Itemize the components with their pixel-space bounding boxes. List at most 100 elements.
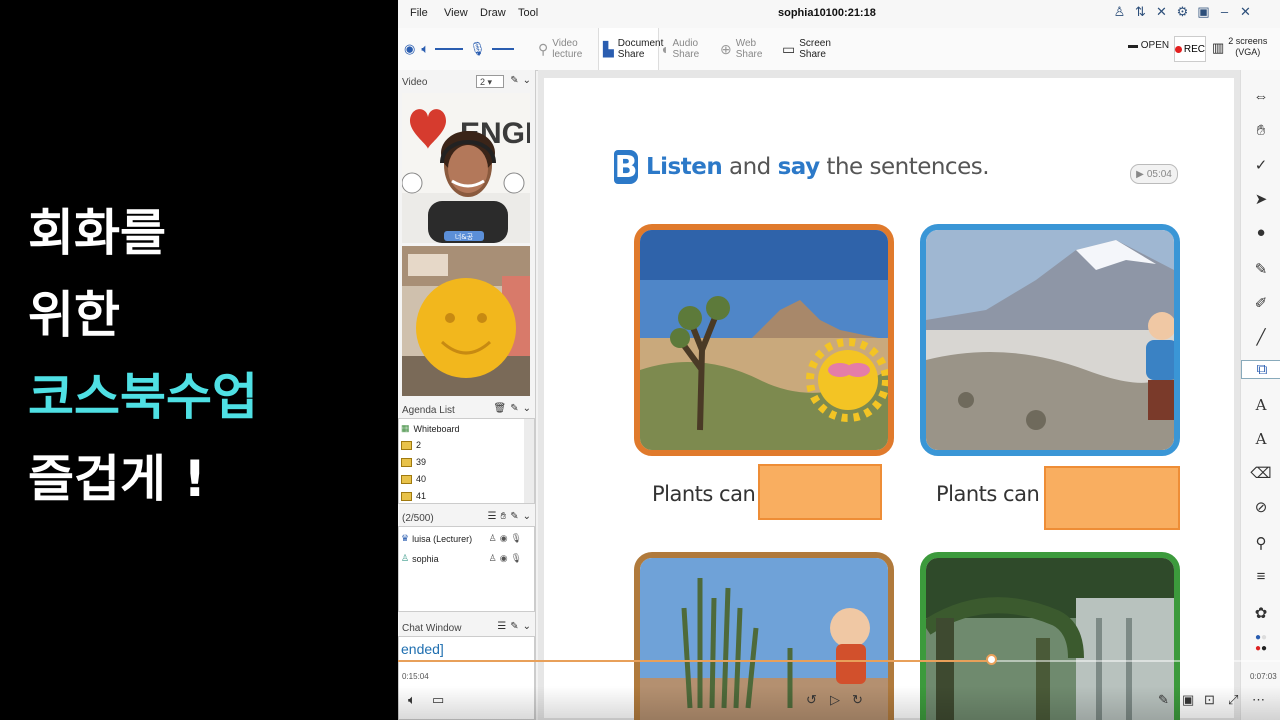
camera-icon[interactable]: ◉ bbox=[404, 41, 415, 57]
list-view-icon[interactable]: ☰ bbox=[497, 621, 506, 632]
agenda-item-whiteboard[interactable]: ▦ Whiteboard bbox=[401, 423, 460, 434]
playback-scrubber[interactable] bbox=[985, 654, 997, 665]
participant-name: luisa (Lecturer) bbox=[412, 533, 473, 544]
section-badge: B bbox=[614, 149, 638, 185]
caption-line-3-highlight: 코스북수업 bbox=[28, 368, 258, 426]
participant-row[interactable]: ♛ luisa (Lecturer) ♙◉🎙︎ bbox=[401, 533, 531, 544]
agenda-item-label: 39 bbox=[416, 457, 427, 467]
play-icon[interactable]: ▷ bbox=[830, 692, 840, 708]
web-share-button[interactable]: ⊕ Web Share bbox=[720, 28, 780, 70]
audio-share-button[interactable]: ◖ Audio Share bbox=[660, 28, 720, 70]
document-icon: ▙ bbox=[603, 40, 614, 57]
chevron-down-icon[interactable]: ⌄ bbox=[523, 621, 531, 632]
pin-icon[interactable]: ✎ bbox=[510, 511, 518, 522]
user-icon[interactable]: ♙ bbox=[1113, 4, 1126, 20]
eraser-tool-icon[interactable]: ⌫ bbox=[1241, 464, 1280, 482]
speaker-volume-slider[interactable] bbox=[435, 48, 464, 50]
participants-count: (2/500) bbox=[402, 513, 434, 524]
annotate-icon[interactable]: ✎ bbox=[1158, 692, 1169, 708]
tools-icon[interactable]: ✕ bbox=[1155, 4, 1168, 20]
lecturer-video: ENGLIS 너&공 bbox=[402, 93, 530, 243]
more-options-icon[interactable]: ⋯ bbox=[1252, 692, 1265, 708]
virtual-classroom-window: File View Draw Tool sophia10100:21:18 ♙ … bbox=[398, 0, 1280, 720]
caption-line-1: 회화를 bbox=[28, 204, 166, 262]
menu-file[interactable]: File bbox=[410, 7, 428, 19]
text-box-tool-icon[interactable]: A bbox=[1241, 430, 1280, 448]
chevron-down-icon[interactable]: ⌄ bbox=[523, 403, 531, 414]
trash-icon[interactable]: 🗑︎ bbox=[494, 403, 507, 414]
volume-icon[interactable]: 🔈︎ bbox=[408, 692, 416, 708]
screen-share-button[interactable]: ▭ Screen Share bbox=[782, 28, 835, 70]
microphone-icon[interactable]: 🎙︎ bbox=[469, 41, 486, 57]
caption-line-2: 위한 bbox=[28, 286, 120, 344]
list-view-icon[interactable]: ☰ bbox=[488, 511, 497, 522]
marker-tool-icon[interactable]: ✐ bbox=[1241, 294, 1280, 312]
answer-cover-1[interactable] bbox=[758, 464, 882, 520]
pin-icon[interactable]: ✎ bbox=[510, 75, 518, 86]
mic-volume-slider[interactable] bbox=[491, 48, 514, 50]
record-button[interactable]: REC bbox=[1174, 36, 1206, 62]
minimize-icon[interactable]: – bbox=[1218, 4, 1231, 20]
menu-draw[interactable]: Draw bbox=[480, 7, 506, 19]
participant-row[interactable]: ♙ sophia ♙◉🎙︎ bbox=[401, 553, 531, 564]
line-tool-icon[interactable]: ╱ bbox=[1241, 328, 1280, 346]
main-toolbar: ◉ 🔈︎ 🎙︎ ⚲ Video lecture ▙ Document Share… bbox=[398, 28, 1280, 71]
text-tool-icon[interactable]: A bbox=[1241, 396, 1280, 414]
audio-track-time: 05:04 bbox=[1146, 168, 1172, 180]
folder-icon bbox=[401, 440, 412, 450]
hand-icon[interactable]: ✋︎ bbox=[501, 511, 507, 522]
caption-line-4: 즐겁게 ! bbox=[28, 450, 207, 508]
network-icon[interactable]: ⇅ bbox=[1134, 4, 1147, 20]
zoom-icon[interactable]: ⚲ bbox=[1241, 534, 1280, 552]
fullscreen-icon[interactable]: ⤢ bbox=[1228, 692, 1238, 708]
close-icon[interactable]: ✕ bbox=[1239, 4, 1252, 20]
rewind-10-icon[interactable]: ↺ bbox=[806, 692, 817, 708]
color-palette-icon[interactable]: ✿ bbox=[1241, 604, 1280, 622]
cast-icon[interactable]: ⊡ bbox=[1204, 692, 1215, 708]
agenda-item[interactable]: 39 bbox=[401, 457, 426, 467]
open-button[interactable]: ▬ OPEN bbox=[1128, 40, 1169, 51]
document-viewer[interactable]: B Listen and say the sentences. ▶05:04 bbox=[538, 70, 1240, 720]
agenda-item[interactable]: 40 bbox=[401, 474, 426, 484]
pen-tool-icon[interactable]: ✎ bbox=[1241, 260, 1280, 278]
document-share-button[interactable]: ▙ Document Share bbox=[598, 28, 663, 70]
agenda-scrollbar[interactable] bbox=[524, 419, 534, 503]
forward-30-icon[interactable]: ↻ bbox=[852, 692, 863, 708]
agenda-item-label: 40 bbox=[416, 474, 427, 484]
erase-all-icon[interactable]: ⊘ bbox=[1241, 498, 1280, 516]
laser-dot-icon[interactable]: ● bbox=[1241, 224, 1280, 241]
video-lecture-button[interactable]: ⚲ Video lecture bbox=[538, 28, 588, 70]
screens-button[interactable]: ▥ 2 screens (VGA) bbox=[1212, 36, 1267, 58]
video-panel-title: Video bbox=[402, 77, 428, 88]
menu-tool[interactable]: Tool bbox=[518, 7, 538, 19]
gear-icon[interactable]: ⚙ bbox=[1176, 4, 1189, 20]
pin-icon[interactable]: ✎ bbox=[510, 403, 518, 414]
exercise-instruction: Listen and say the sentences. bbox=[646, 154, 990, 180]
theater-mode-icon[interactable]: ▣ bbox=[1182, 692, 1194, 708]
answer-cover-2[interactable] bbox=[1044, 466, 1180, 530]
pointer-tool-icon[interactable]: ➤ bbox=[1241, 190, 1280, 208]
participant-status-icons: ♙◉🎙︎ bbox=[488, 533, 525, 543]
agenda-item[interactable]: 2 bbox=[401, 440, 421, 450]
window-controls: ♙ ⇅ ✕ ⚙ ▣ – ✕ bbox=[1113, 4, 1252, 20]
participant-name: sophia bbox=[412, 553, 439, 564]
pin-icon[interactable]: ✎ bbox=[510, 621, 518, 632]
fullscreen-icon[interactable]: ▣ bbox=[1197, 4, 1210, 20]
agenda-item[interactable]: 41 bbox=[401, 491, 426, 501]
color-swatches[interactable]: ●● ●● bbox=[1241, 632, 1280, 654]
check-tool-icon[interactable]: ✓ bbox=[1241, 156, 1280, 174]
subtitles-icon[interactable]: ▭ bbox=[432, 692, 444, 708]
line-weight-icon[interactable]: ≡ bbox=[1241, 568, 1280, 585]
lecturer-nametag: 너&공 bbox=[455, 232, 474, 241]
agenda-header: Agenda List 🗑︎ ✎ ⌄ bbox=[398, 400, 535, 420]
chevron-down-icon[interactable]: ⌄ bbox=[523, 75, 531, 86]
audio-track-button[interactable]: ▶ 05:04 bbox=[1130, 164, 1178, 184]
chat-message: ended] bbox=[401, 641, 444, 657]
expand-horizontal-icon[interactable]: ⇔ bbox=[1241, 88, 1280, 105]
hand-tool-icon[interactable]: ✋︎ bbox=[1241, 122, 1280, 139]
video-count-select[interactable]: 2 ▾ bbox=[476, 75, 504, 88]
chevron-down-icon[interactable]: ⌄ bbox=[523, 511, 531, 522]
menu-view[interactable]: View bbox=[444, 7, 468, 19]
speaker-icon[interactable]: 🔈︎ bbox=[421, 41, 429, 57]
shape-tool-icon[interactable]: ⧉ bbox=[1241, 360, 1280, 379]
